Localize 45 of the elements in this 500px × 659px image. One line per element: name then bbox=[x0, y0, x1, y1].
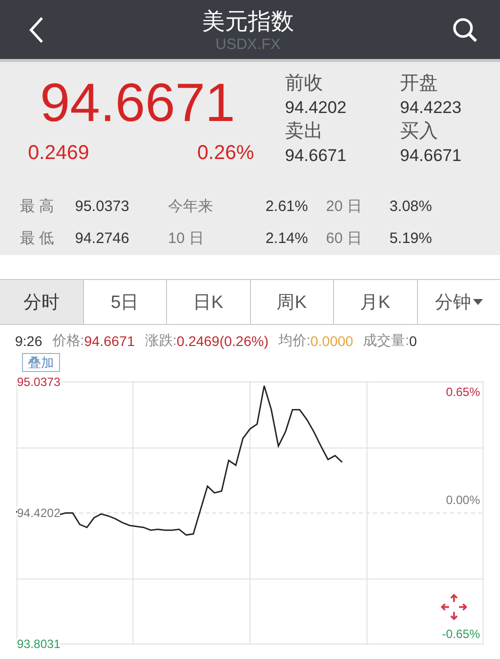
info-label: 价格: bbox=[52, 332, 84, 350]
back-icon[interactable] bbox=[28, 16, 44, 44]
info-value: 94.6671 bbox=[84, 333, 135, 349]
stat-value: 2.61% bbox=[264, 198, 309, 214]
axis-label: 93.8031 bbox=[17, 637, 60, 651]
field-label: 买入 bbox=[400, 120, 439, 144]
stat-label: 60 日 bbox=[326, 228, 363, 248]
time-label: 9:26 bbox=[15, 333, 42, 349]
axis-label: 94.4202 bbox=[17, 506, 60, 520]
stat-label: 最 高 bbox=[20, 196, 56, 216]
stat-value: 5.19% bbox=[388, 230, 433, 246]
info-value: 0 bbox=[409, 333, 417, 349]
info-value: 0.2469(0.26%) bbox=[176, 333, 268, 349]
stat-value: 2.14% bbox=[264, 230, 309, 246]
info-value: 0.0000 bbox=[310, 333, 354, 349]
field-label: 前收 bbox=[285, 72, 324, 96]
field-value: 94.6671 bbox=[285, 145, 348, 167]
info-label: 成交量: bbox=[363, 332, 410, 350]
axis-label: -0.65% bbox=[442, 627, 480, 641]
page-title: 美元指数 bbox=[202, 7, 294, 36]
caret-icon bbox=[472, 299, 483, 305]
stat-label: 最 低 bbox=[20, 228, 56, 248]
field-value: 94.6671 bbox=[400, 145, 462, 167]
info-label: 均价: bbox=[278, 332, 310, 350]
axis-label: 0.00% bbox=[446, 493, 480, 507]
overlay-button[interactable]: 叠加 bbox=[22, 353, 60, 372]
field-label: 开盘 bbox=[400, 72, 439, 96]
stat-label: 10 日 bbox=[168, 228, 205, 248]
expand-icon[interactable] bbox=[440, 593, 468, 621]
stat-value: 94.2746 bbox=[75, 230, 130, 246]
chart-tab[interactable]: 分时 bbox=[0, 280, 84, 324]
stat-label: 20 日 bbox=[326, 196, 363, 216]
axis-label: 95.0373 bbox=[17, 375, 60, 389]
change-value: 0.2469 bbox=[28, 142, 90, 165]
change-percent: 0.26% bbox=[197, 142, 254, 165]
info-label: 涨跌: bbox=[144, 332, 177, 350]
price-value: 94.6671 bbox=[40, 72, 236, 134]
field-label: 卖出 bbox=[285, 120, 324, 144]
stat-label: 今年来 bbox=[168, 196, 214, 216]
stat-value: 3.08% bbox=[388, 198, 433, 214]
field-value: 94.4202 bbox=[285, 97, 348, 119]
search-icon[interactable] bbox=[452, 16, 478, 42]
stat-value: 95.0373 bbox=[75, 198, 130, 214]
field-value: 94.4223 bbox=[400, 97, 462, 119]
axis-label: 0.65% bbox=[446, 385, 480, 399]
